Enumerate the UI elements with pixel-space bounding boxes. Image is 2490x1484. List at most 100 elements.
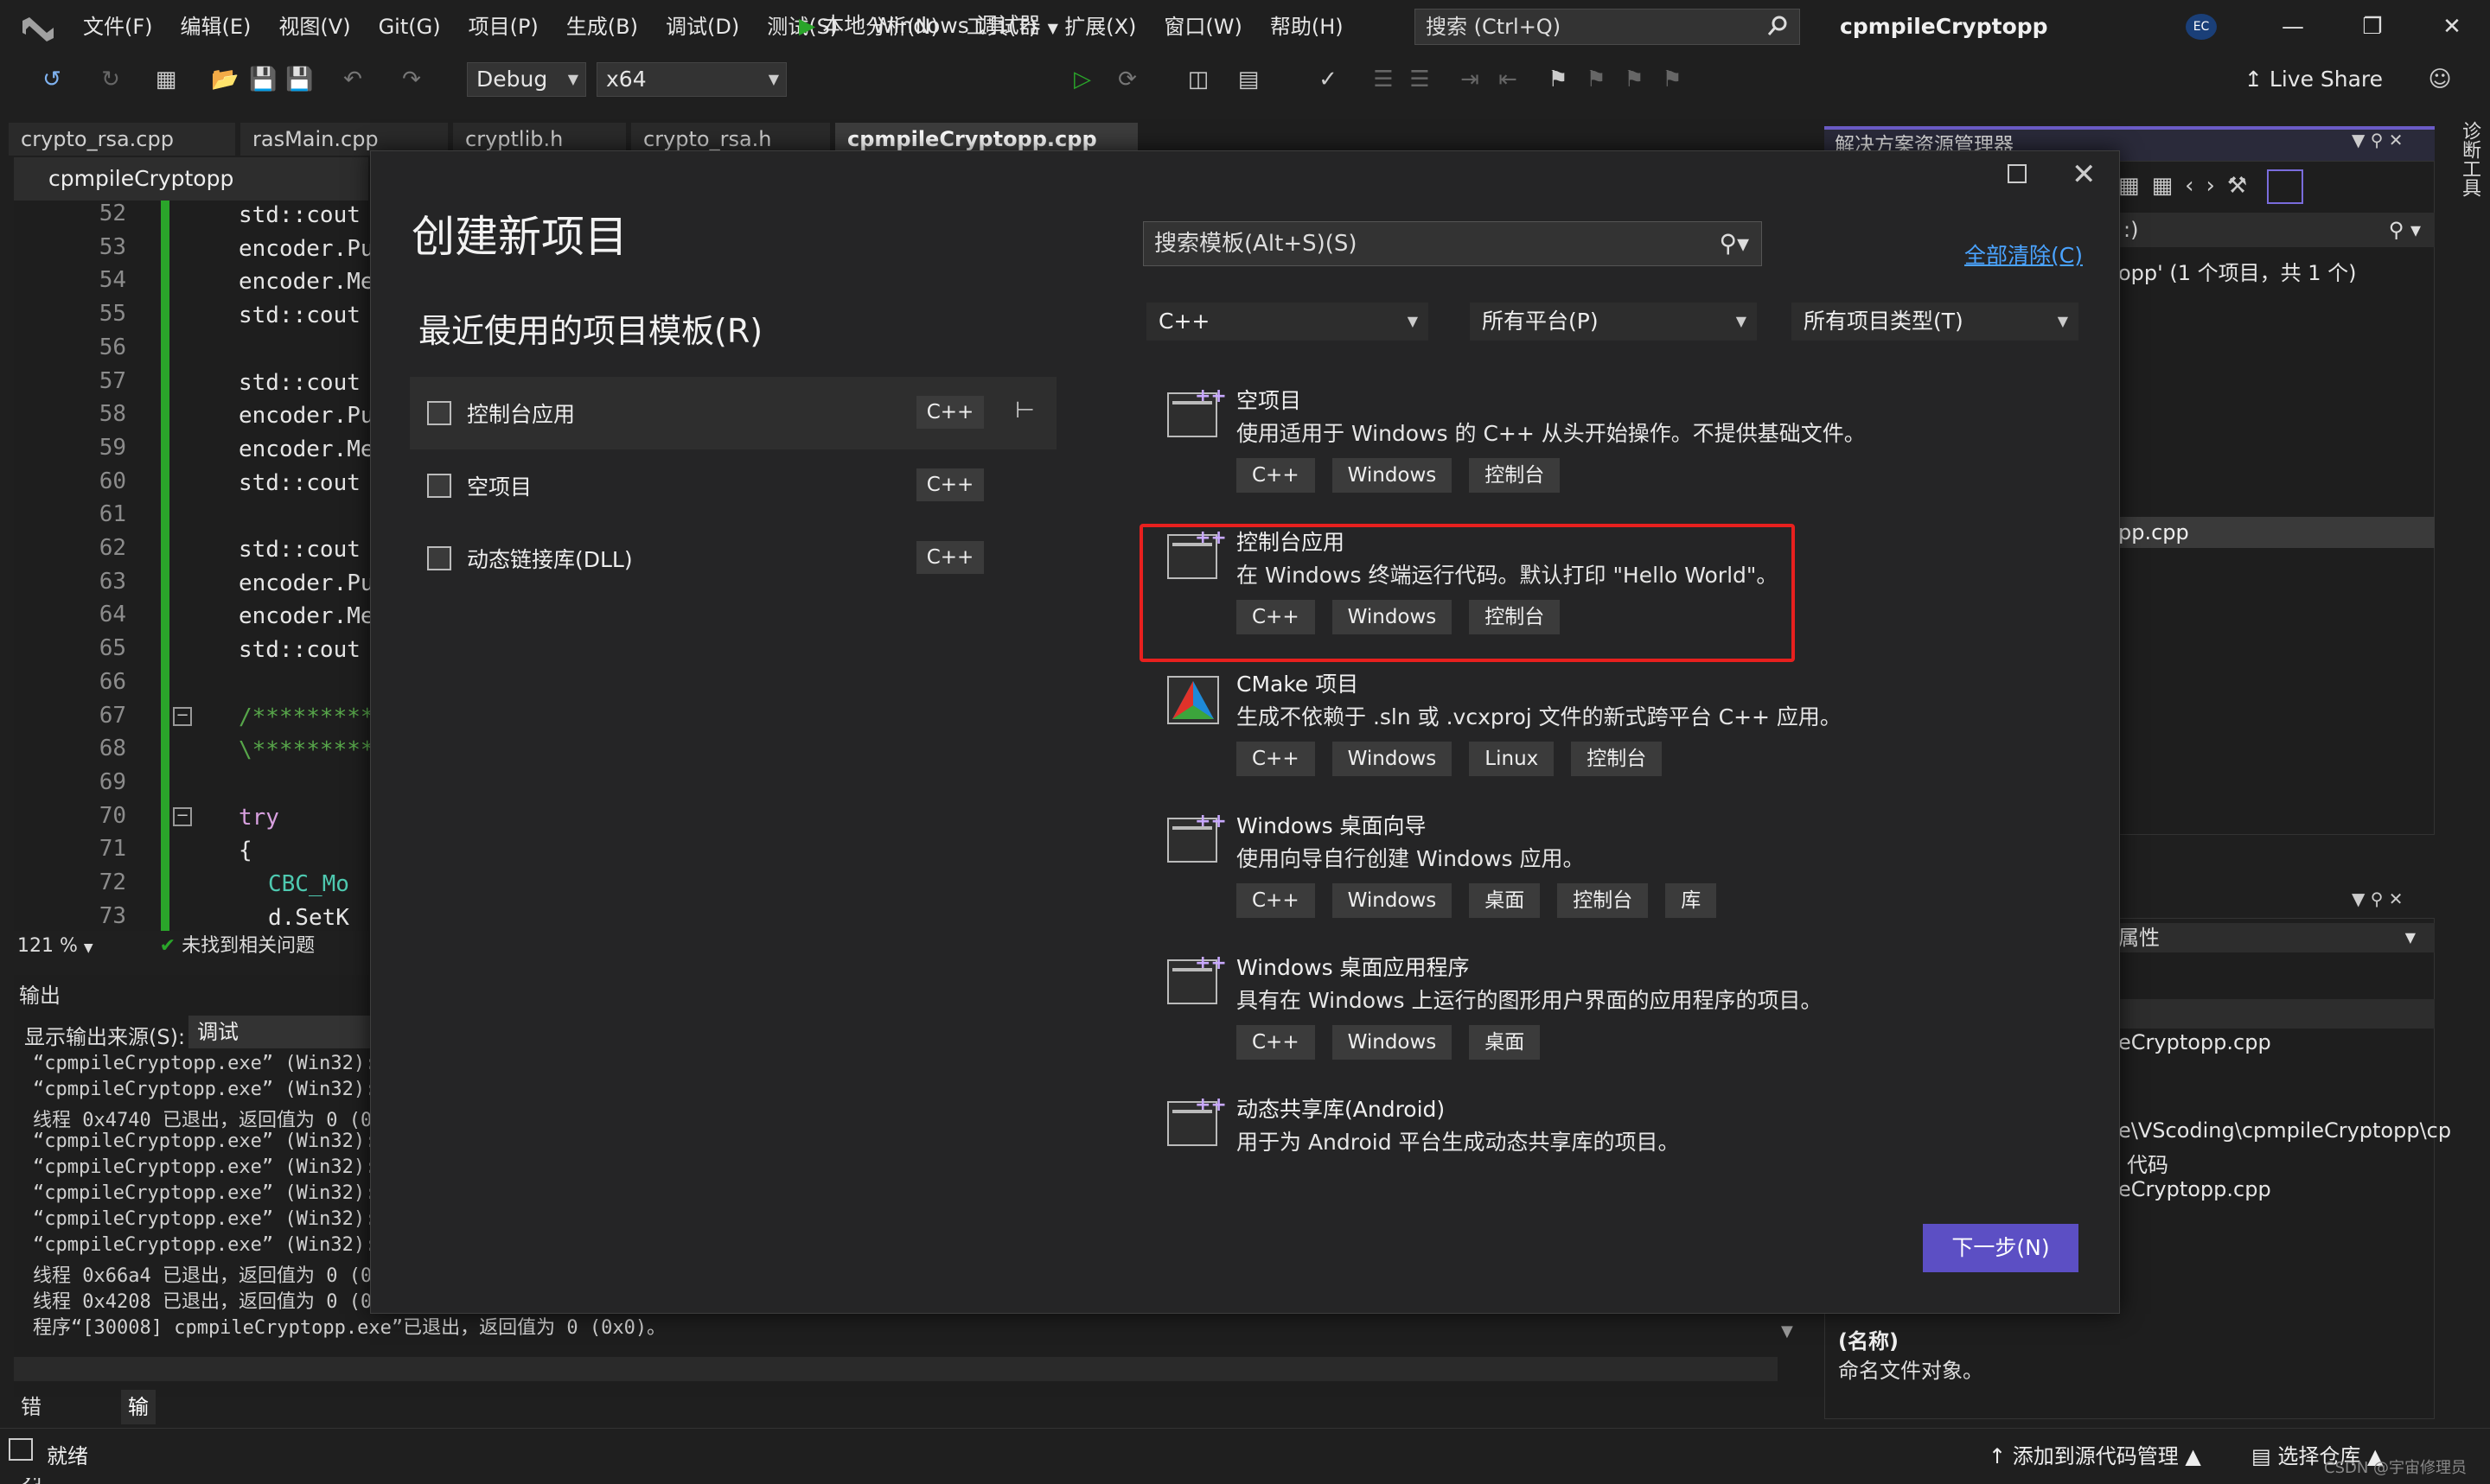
plus-icon: ++ — [1195, 1094, 1227, 1116]
issues-status[interactable]: 未找到相关问题 — [182, 935, 315, 957]
menu-extensions[interactable]: 扩展(X) — [1050, 0, 1150, 54]
line-number: 63 — [99, 568, 126, 595]
project-type-filter-dropdown[interactable]: 所有项目类型(T) ▼ — [1791, 303, 2078, 341]
tab-output[interactable]: 输出 — [121, 1390, 156, 1454]
undo-icon[interactable]: ↶ — [339, 66, 367, 93]
next-button[interactable]: 下一步(N) — [1923, 1224, 2078, 1272]
solution-file-item[interactable]: pp.cpp — [2118, 517, 2435, 548]
pin-icon[interactable]: ▼ ⚲ ✕ — [2352, 888, 2404, 909]
next-bookmark-icon[interactable]: ⚑ — [1620, 66, 1648, 93]
status-ready: 就绪 — [47, 1444, 88, 1468]
language-filter-dropdown[interactable]: C++ ▼ — [1146, 303, 1428, 341]
zoom-level[interactable]: 121 % — [14, 935, 78, 957]
outdent-icon[interactable]: ⇤ — [1494, 66, 1522, 93]
template-empty-project[interactable]: ++ 空项目 使用适用于 Windows 的 C++ 从头开始操作。不提供基础文… — [1167, 384, 1866, 513]
minimize-button[interactable]: — — [2253, 0, 2333, 54]
menu-help[interactable]: 帮助(H) — [1256, 0, 1357, 54]
restore-button[interactable]: ❐ — [2333, 0, 2412, 54]
prev-bookmark-icon[interactable]: ⚑ — [1582, 66, 1610, 93]
start-without-debug-icon[interactable]: ▷ — [1069, 66, 1096, 93]
template-windows-desktop-wizard[interactable]: ++ Windows 桌面向导 使用向导自行创建 Windows 应用。 C++… — [1167, 809, 1807, 939]
start-debugger-button[interactable]: ▶ 本地 Windows 调试器 ▼ — [799, 9, 1058, 43]
template-search-input[interactable]: 搜索模板(Alt+S)(S) ⚲▾ — [1143, 221, 1762, 266]
browse-icon[interactable]: ◫ — [1184, 66, 1212, 93]
platform-filter-dropdown[interactable]: 所有平台(P) ▼ — [1470, 303, 1757, 341]
line-number: 58 — [99, 401, 126, 428]
diagnostic-tools-tab[interactable]: 诊断工具 — [2448, 121, 2483, 225]
menu-debug[interactable]: 调试(D) — [652, 0, 753, 54]
user-avatar[interactable]: EC — [2186, 14, 2217, 40]
solution-toolbar-icons[interactable]: ▦▦‹›⚒ — [2118, 173, 2259, 199]
template-windows-desktop-app[interactable]: ++ Windows 桌面应用程序 具有在 Windows 上运行的图形用户界面… — [1167, 951, 1823, 1080]
output-line: 程序“[30008] cpmpileCryptopp.exe”已退出，返回值为 … — [33, 1317, 667, 1339]
template-android-shared-library[interactable]: ++ 动态共享库(Android) 用于为 Android 平台生成动态共享库的… — [1167, 1092, 1807, 1170]
template-cmake-project[interactable]: CMake 项目 生成不依赖于 .sln 或 .vcxproj 文件的新式跨平台… — [1167, 667, 1842, 797]
line-number: 55 — [99, 301, 126, 328]
tab-error-list[interactable]: 错误列表 — [14, 1390, 48, 1484]
uncomment-icon[interactable]: ☰ — [1406, 66, 1433, 93]
collapse-icon[interactable]: − — [173, 807, 192, 826]
tag: Linux — [1469, 742, 1555, 776]
add-to-source-control-button[interactable]: ↑ 添加到源代码管理 ▲ — [1989, 1439, 2201, 1469]
new-project-icon[interactable]: ▦ — [152, 66, 180, 93]
editor-project-label[interactable]: cpmpileCryptopp — [14, 157, 368, 201]
line-number: 54 — [99, 267, 126, 294]
menu-view[interactable]: 视图(V) — [265, 0, 364, 54]
solution-search-input[interactable]: :) ⚲ ▾ — [2118, 213, 2435, 247]
global-search-input[interactable]: 搜索 (Ctrl+Q) — [1414, 9, 1800, 45]
dialog-title: 创建新项目 — [412, 212, 628, 262]
open-folder-icon[interactable]: 📂 — [211, 66, 239, 93]
close-window-button[interactable]: ✕ — [2412, 0, 2490, 54]
back-icon[interactable]: ↺ — [38, 66, 66, 93]
properties-combo[interactable]: 属性 ▼ — [2118, 923, 2435, 952]
horizontal-scrollbar[interactable] — [14, 1357, 1778, 1381]
menu-edit[interactable]: 编辑(E) — [167, 0, 265, 54]
preview-selected-icon[interactable] — [2267, 169, 2303, 204]
menu-git[interactable]: Git(G) — [365, 0, 455, 54]
bookmark-icon[interactable]: ⚑ — [1544, 66, 1572, 93]
redo-icon[interactable]: ↷ — [398, 66, 425, 93]
menu-build[interactable]: 生成(B) — [552, 0, 652, 54]
menu-window[interactable]: 窗口(W) — [1150, 0, 1255, 54]
output-source-dropdown[interactable]: 调试 — [188, 1016, 375, 1048]
arrow-up-icon: ↑ — [1989, 1444, 2007, 1468]
chevron-down-icon: ▼ — [1047, 20, 1058, 36]
properties-combo-value: 属性 — [2118, 926, 2160, 950]
clear-bookmarks-icon[interactable]: ⚑ — [1658, 66, 1686, 93]
line-number: 72 — [99, 869, 126, 895]
scroll-down-icon[interactable]: ▼ — [1781, 1322, 1793, 1341]
pin-icon[interactable]: ⊢ — [1015, 398, 1035, 424]
code-line: encoder.Me — [239, 603, 374, 630]
layout-icon[interactable]: ▤ — [1235, 66, 1262, 93]
notification-icon[interactable] — [9, 1438, 33, 1461]
menu-file[interactable]: 文件(F) — [69, 0, 167, 54]
recent-template-empty-project[interactable]: 空项目 C++ — [410, 449, 1057, 522]
tag: C++ — [1236, 1025, 1315, 1060]
plus-icon: ++ — [1195, 385, 1227, 407]
feedback-icon[interactable]: ☺ — [2426, 66, 2454, 93]
recent-template-console-app[interactable]: 控制台应用 C++ ⊢ — [410, 377, 1057, 449]
recent-template-dll[interactable]: 动态链接库(DLL) C++ — [410, 522, 1057, 595]
clear-all-link[interactable]: 全部清除(C) — [1964, 239, 2083, 270]
close-dialog-button[interactable]: ✕ — [2072, 157, 2097, 192]
forward-icon[interactable]: ↻ — [97, 66, 124, 93]
comment-icon[interactable]: ☰ — [1370, 66, 1397, 93]
pin-icon[interactable]: ▼ ⚲ ✕ — [2352, 130, 2404, 150]
caret-up-icon: ▲ — [2185, 1444, 2201, 1468]
tab-crypto-rsa-cpp[interactable]: crypto_rsa.cpp — [9, 123, 235, 156]
tag: 桌面 — [1469, 883, 1541, 918]
menu-project[interactable]: 项目(P) — [455, 0, 552, 54]
maximize-dialog-button[interactable] — [2008, 164, 2027, 183]
collapse-icon[interactable]: − — [173, 707, 192, 726]
platform-dropdown[interactable]: x64 ▼ — [597, 62, 787, 97]
configuration-dropdown[interactable]: Debug ▼ — [467, 62, 586, 97]
hot-reload-icon[interactable]: ⟳ — [1114, 66, 1141, 93]
line-number: 65 — [99, 635, 126, 662]
output-line: “cpmpileCryptopp.exe” (Win32): — [33, 1131, 377, 1152]
tag: 控制台 — [1469, 458, 1561, 493]
save-all-icon[interactable]: 💾 — [285, 66, 313, 93]
indent-icon[interactable]: ⇥ — [1456, 66, 1484, 93]
save-icon[interactable]: 💾 — [249, 66, 277, 93]
spellcheck-icon[interactable]: ✓ — [1314, 66, 1342, 93]
live-share-button[interactable]: ↥ Live Share — [2244, 61, 2383, 99]
